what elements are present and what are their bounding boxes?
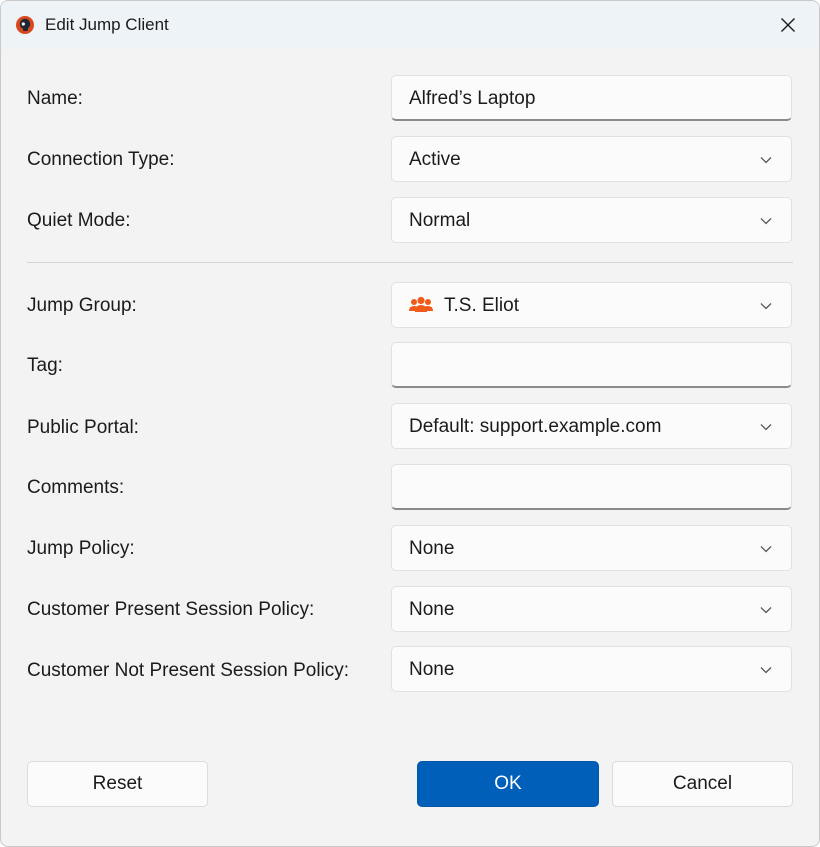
quiet-mode-dropdown[interactable]: Normal xyxy=(391,197,792,243)
public-portal-value: Default: support.example.com xyxy=(409,416,662,437)
jump-group-label: Jump Group: xyxy=(27,295,137,316)
connection-type-dropdown[interactable]: Active xyxy=(391,136,792,182)
connection-type-value: Active xyxy=(409,149,461,170)
chevron-down-icon xyxy=(760,607,772,614)
connection-type-label: Connection Type: xyxy=(27,149,175,170)
chevron-down-icon xyxy=(760,667,772,674)
ok-button[interactable]: OK xyxy=(417,761,599,807)
chevron-down-icon xyxy=(760,303,772,310)
customer-present-policy-label: Customer Present Session Policy: xyxy=(27,599,315,620)
jump-group-dropdown[interactable]: T.S. Eliot xyxy=(391,282,792,328)
close-icon xyxy=(781,18,795,32)
jump-policy-value: None xyxy=(409,538,455,559)
name-label: Name: xyxy=(27,88,83,109)
chevron-down-icon xyxy=(760,546,772,553)
close-button[interactable] xyxy=(771,9,805,41)
jump-policy-label: Jump Policy: xyxy=(27,538,135,559)
comments-field[interactable] xyxy=(391,464,792,510)
customer-present-policy-value: None xyxy=(409,599,455,620)
reset-button[interactable]: Reset xyxy=(27,761,208,807)
name-field[interactable]: Alfred’s Laptop xyxy=(391,75,792,121)
comments-label: Comments: xyxy=(27,477,125,498)
cancel-button[interactable]: Cancel xyxy=(612,761,793,807)
chevron-down-icon xyxy=(760,424,772,431)
customer-not-present-policy-label: Customer Not Present Session Policy: xyxy=(27,660,350,681)
name-value: Alfred’s Laptop xyxy=(409,88,536,109)
users-group-icon xyxy=(409,296,433,312)
customer-not-present-policy-value: None xyxy=(409,659,455,680)
quiet-mode-value: Normal xyxy=(409,210,471,231)
jump-group-value: T.S. Eliot xyxy=(444,295,519,316)
public-portal-label: Public Portal: xyxy=(27,417,139,438)
window-title: Edit Jump Client xyxy=(45,15,169,34)
quiet-mode-label: Quiet Mode: xyxy=(27,210,131,231)
edit-jump-client-dialog: Edit Jump Client Name: Alfred’s Laptop C… xyxy=(0,0,820,847)
chevron-down-icon xyxy=(760,218,772,225)
customer-present-policy-dropdown[interactable]: None xyxy=(391,586,792,632)
tag-field[interactable] xyxy=(391,342,792,388)
tag-label: Tag: xyxy=(27,355,63,376)
chevron-down-icon xyxy=(760,157,772,164)
title-bar: Edit Jump Client xyxy=(1,1,819,49)
jump-policy-dropdown[interactable]: None xyxy=(391,525,792,571)
customer-not-present-policy-dropdown[interactable]: None xyxy=(391,646,792,692)
public-portal-dropdown[interactable]: Default: support.example.com xyxy=(391,403,792,449)
divider xyxy=(27,262,793,263)
bomgar-headset-icon xyxy=(16,16,34,34)
